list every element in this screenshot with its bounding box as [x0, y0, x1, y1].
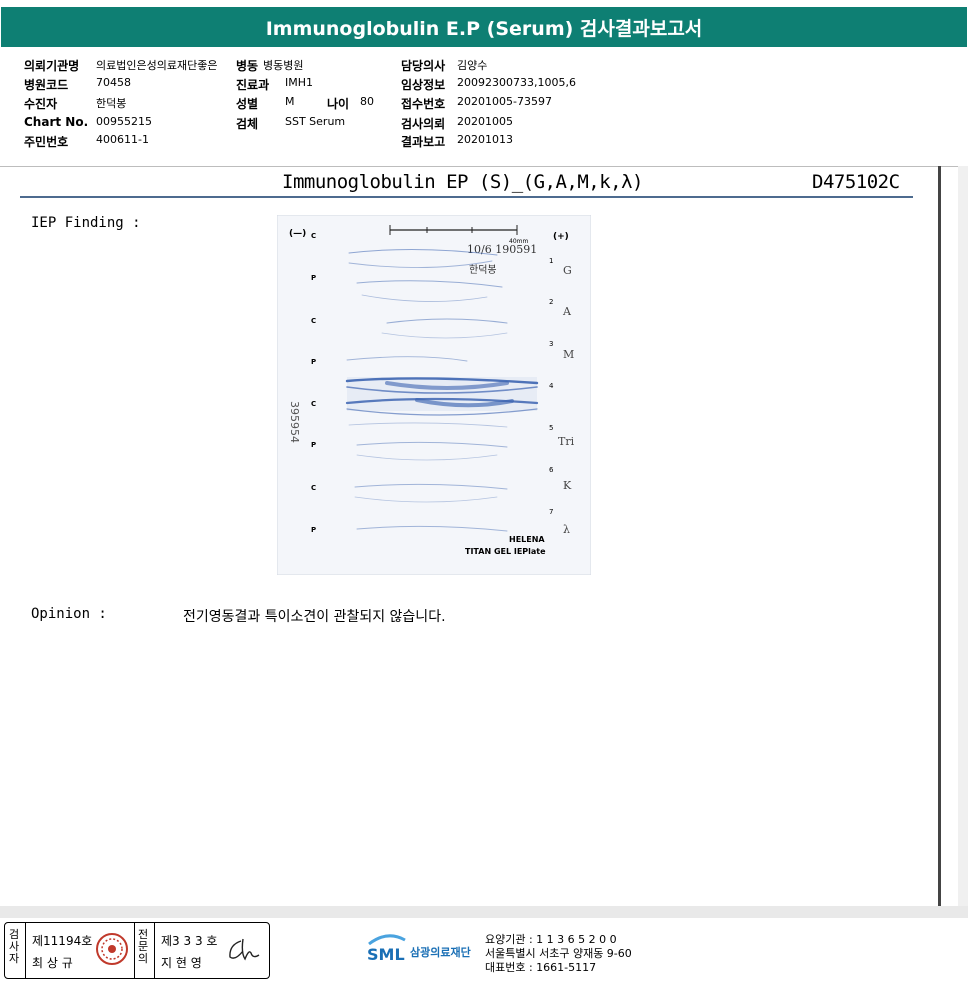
signer2-signature-icon: [229, 938, 260, 961]
institution-label: 의뢰기관명: [24, 59, 80, 73]
dept-label: 진료과: [236, 78, 270, 92]
signature-box: 검사자 제11194호 최 상 규 전문의 제3 3 3 호 지 현 영: [4, 922, 270, 979]
opinion-text: 전기영동결과 특이소견이 관찰되지 않습니다.: [183, 609, 446, 625]
gel-left-label: C: [311, 484, 316, 492]
test-code: D475102C: [812, 171, 900, 193]
gel-left-label: P: [311, 441, 316, 449]
gel-right-label: λ: [563, 523, 570, 536]
report-title-bar: Immunoglobulin E.P (Serum) 검사결과보고서: [1, 7, 967, 47]
resident-value: 400611-1: [96, 133, 149, 146]
gel-right-number: 3: [549, 340, 553, 348]
opinion-label: Opinion :: [31, 606, 107, 622]
handwritten-name: 한덕봉: [469, 264, 497, 276]
report-date-value: 20201013: [457, 133, 513, 146]
gel-brand-line2: TITAN GEL IEPlate: [465, 547, 546, 556]
gel-right-number: 7: [549, 508, 553, 516]
org-name: 삼광의료재단: [410, 946, 471, 959]
gel-right-label: M: [563, 348, 574, 361]
gel-side-number: 395954: [288, 401, 301, 443]
gel-brand-line1: HELENA: [509, 535, 545, 544]
iep-gel-image: 40mm 10/6 190591 한덕봉 (—) C P C P C P C P…: [277, 215, 591, 575]
gel-left-label: P: [311, 526, 316, 534]
chart-value: 00955215: [96, 115, 152, 128]
signer1-side-label: 검사자: [8, 928, 20, 965]
receipt-value: 20201005-73597: [457, 95, 552, 108]
ward-label: 병동: [236, 59, 259, 73]
resident-label: 주민번호: [24, 135, 69, 149]
gel-right-label: G: [563, 264, 572, 277]
footer-divider: [0, 906, 968, 918]
sex-label: 성별: [236, 97, 259, 111]
gel-left-label: C: [311, 400, 316, 408]
iep-finding-label: IEP Finding :: [31, 215, 141, 231]
report-main-title: Immunoglobulin E.P (Serum) 검사결과보고서: [265, 17, 703, 40]
gel-left-label: C: [311, 317, 316, 325]
signer2-side-label: 전문의: [137, 928, 149, 965]
clinical-value: 20092300733,1005,6: [457, 76, 576, 89]
org-phone: 대표번호 : 1661-5117: [485, 961, 597, 974]
institution-value: 의료법인은성의료재단좋은: [96, 59, 218, 72]
sex-value: M: [285, 95, 295, 108]
age-label: 나이: [327, 97, 350, 111]
gel-right-number: 1: [549, 257, 553, 265]
request-value: 20201005: [457, 115, 513, 128]
gel-right-number: 6: [549, 466, 554, 474]
gel-right-number: 2: [549, 298, 553, 306]
gel-left-label: C: [311, 232, 316, 240]
receipt-label: 접수번호: [401, 97, 446, 111]
gel-right-label: Tri: [558, 435, 575, 448]
gel-left-label: P: [311, 358, 316, 366]
doctor-label: 담당의사: [401, 59, 446, 73]
report-date-label: 결과보고: [401, 135, 446, 149]
sml-logo-icon: SML: [367, 934, 406, 964]
clinical-label: 임상정보: [401, 78, 446, 92]
specimen-value: SST Serum: [285, 115, 346, 128]
vertical-scrollbar[interactable]: [958, 166, 968, 906]
gel-left-label: P: [311, 274, 316, 282]
test-title: Immunoglobulin EP (S)_(G,A,M,k,λ): [282, 171, 644, 193]
hospital-code-value: 70458: [96, 76, 131, 89]
ward-value: 병동병원: [263, 59, 304, 72]
gel-right-number: 4: [549, 382, 554, 390]
sml-logo-text: SML: [367, 945, 405, 964]
request-label: 검사의뢰: [401, 117, 446, 131]
age-value: 80: [360, 95, 374, 108]
patient-value: 한덕봉: [96, 97, 127, 110]
chart-label: Chart No.: [24, 115, 89, 129]
gel-right-label: K: [563, 479, 572, 492]
gel-cathode-label: (—): [289, 229, 306, 239]
sample-id: 10/6 190591: [467, 243, 537, 256]
signer1-seal-icon: [96, 933, 128, 965]
signer2-name: 지 현 영: [161, 956, 202, 970]
patient-label: 수진자: [24, 97, 58, 111]
gel-right-number: 5: [549, 424, 553, 432]
signer1-name: 최 상 규: [32, 956, 73, 970]
hospital-code-label: 병원코드: [24, 78, 69, 92]
gel-anode-label: (+): [553, 232, 569, 242]
doctor-value: 김양수: [457, 59, 488, 72]
signer2-license: 제3 3 3 호: [161, 934, 218, 948]
dept-value: IMH1: [285, 76, 314, 89]
gel-right-label: A: [562, 305, 572, 318]
signer1-license: 제11194호: [32, 934, 93, 948]
specimen-label: 검체: [236, 117, 259, 131]
